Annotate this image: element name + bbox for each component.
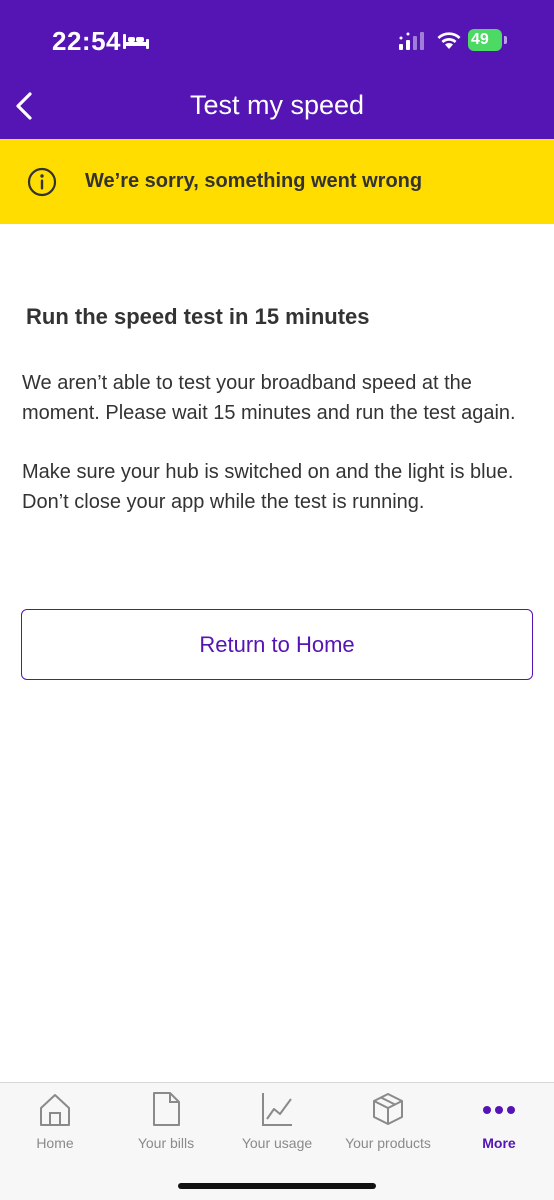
home-icon — [40, 1094, 70, 1126]
info-icon — [27, 167, 57, 197]
tab-your-products[interactable]: Your products — [333, 1083, 443, 1163]
content-heading: Run the speed test in 15 minutes — [26, 304, 370, 329]
sleep-bed-icon — [123, 34, 149, 49]
tab-your-usage-label: Your usage — [241, 1135, 313, 1151]
error-banner: We’re sorry, something went wrong — [0, 139, 554, 224]
chevron-left-icon — [16, 92, 32, 120]
app-header: 22:54 49 Test my speed — [0, 0, 554, 139]
tab-more[interactable]: More — [444, 1083, 554, 1163]
instructions-paragraph: Make sure your hub is switched on and th… — [22, 461, 514, 513]
box-icon — [373, 1093, 403, 1125]
navigation-bar: Test my speed — [0, 80, 554, 135]
battery-percent: 49 — [471, 31, 489, 48]
wifi-icon — [437, 32, 461, 49]
chart-icon — [262, 1093, 292, 1126]
status-time: 22:54 — [52, 26, 121, 56]
tab-your-products-label: Your products — [345, 1135, 431, 1151]
cellular-signal-icon — [399, 32, 424, 50]
error-message: We’re sorry, something went wrong — [85, 170, 423, 192]
tab-home-label: Home — [36, 1135, 74, 1151]
battery-level: 49 — [468, 29, 502, 51]
more-icon — [483, 1106, 515, 1114]
explanation-paragraph: We aren’t able to test your broadband sp… — [22, 372, 516, 424]
tab-your-usage[interactable]: Your usage — [222, 1083, 332, 1163]
page-title: Test my speed — [189, 90, 365, 120]
tab-home[interactable]: Home — [0, 1083, 110, 1163]
document-icon — [153, 1092, 180, 1126]
return-to-home-button[interactable]: Return to Home — [21, 609, 533, 680]
battery-indicator: 49 — [468, 29, 508, 51]
home-indicator — [178, 1183, 376, 1189]
battery-tip — [504, 36, 507, 44]
status-bar: 22:54 49 — [0, 0, 554, 80]
tab-your-bills-label: Your bills — [137, 1135, 195, 1151]
back-button[interactable] — [8, 86, 44, 126]
tab-your-bills[interactable]: Your bills — [111, 1083, 221, 1163]
tab-more-label: More — [482, 1135, 516, 1151]
